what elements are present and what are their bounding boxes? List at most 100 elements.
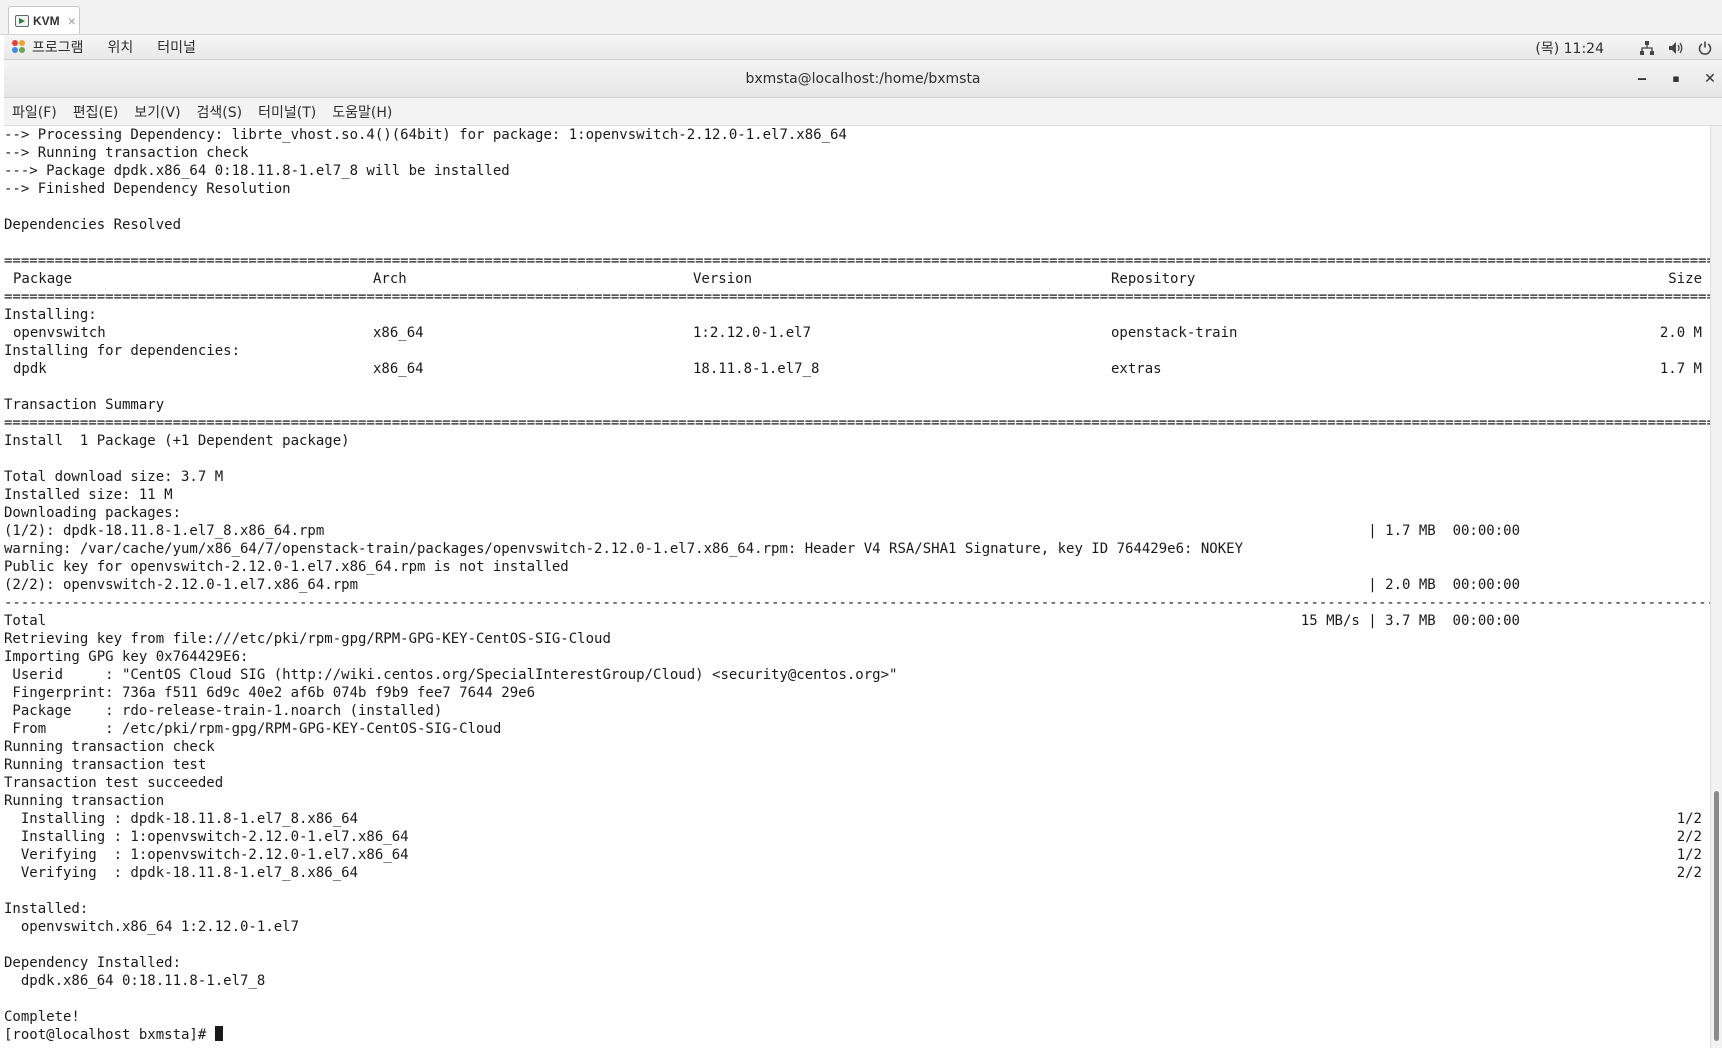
downloading: Downloading packages: bbox=[4, 505, 182, 521]
terminal-line: Installed: bbox=[4, 901, 89, 917]
menu-search[interactable]: 검색(S) bbox=[197, 102, 243, 122]
rule-double: ========================================… bbox=[4, 415, 1710, 431]
menu-places[interactable]: 위치 bbox=[108, 37, 134, 57]
menu-help[interactable]: 도움말(H) bbox=[332, 102, 392, 122]
vm-tab-label: KVM bbox=[33, 13, 60, 28]
installing-label: Installing: bbox=[4, 307, 97, 323]
terminal-line: --> Processing Dependency: librte_vhost.… bbox=[4, 127, 847, 143]
network-icon[interactable] bbox=[1640, 40, 1654, 55]
total-label: Total bbox=[4, 613, 47, 629]
table-header-row: Package Arch Version Repository Size bbox=[4, 270, 1710, 288]
power-icon[interactable] bbox=[1698, 41, 1712, 55]
step-count: 1/2 bbox=[1676, 847, 1702, 863]
col-repository: Repository bbox=[1111, 271, 1196, 287]
menu-file[interactable]: 파일(F) bbox=[12, 102, 57, 122]
terminal-line: From : /etc/pki/rpm-gpg/RPM-GPG-KEY-Cent… bbox=[4, 721, 502, 737]
cell-repository: extras bbox=[1111, 361, 1162, 377]
cell-size: 1.7 M bbox=[1659, 361, 1702, 377]
rule-double: ========================================… bbox=[4, 289, 1710, 305]
warning-line: warning: /var/cache/yum/x86_64/7/opensta… bbox=[4, 541, 1244, 557]
installing-deps-label: Installing for dependencies: bbox=[4, 343, 241, 359]
cell-arch: x86_64 bbox=[373, 361, 424, 377]
menu-applications[interactable]: 프로그램 bbox=[32, 37, 84, 57]
transaction-step: Installing : dpdk-18.11.8-1.el7_8.x86_64… bbox=[4, 810, 1710, 828]
download-file: (1/2): dpdk-18.11.8-1.el7_8.x86_64.rpm bbox=[4, 523, 325, 539]
menu-terminal[interactable]: 터미널 bbox=[157, 37, 196, 57]
maximize-icon[interactable]: ▪ bbox=[1666, 69, 1686, 89]
terminal-line: Transaction test succeeded bbox=[4, 775, 224, 791]
cell-size: 2.0 M bbox=[1659, 325, 1702, 341]
transaction-step: Verifying : dpdk-18.11.8-1.el7_8.x86_64 … bbox=[4, 864, 1710, 882]
close-icon[interactable]: × bbox=[68, 13, 76, 29]
table-row: dpdk x86_64 18.11.8-1.el7_8 extras 1.7 M bbox=[4, 360, 1710, 378]
rule-dashed: ----------------------------------------… bbox=[4, 595, 1710, 611]
col-size: Size bbox=[1668, 271, 1702, 287]
transaction-step: Verifying : 1:openvswitch-2.12.0-1.el7.x… bbox=[4, 846, 1710, 864]
clock[interactable]: (목) 11:24 bbox=[1535, 38, 1604, 58]
terminal-line: Running transaction check bbox=[4, 739, 215, 755]
col-package: Package bbox=[13, 271, 73, 287]
terminal-line: Fingerprint: 736a f511 6d9c 40e2 af6b 07… bbox=[4, 685, 536, 701]
close-window-icon[interactable]: ✕ bbox=[1700, 69, 1720, 89]
step-count: 1/2 bbox=[1676, 811, 1702, 827]
installed-size: Installed size: 11 M bbox=[4, 487, 173, 503]
step-count: 2/2 bbox=[1676, 865, 1702, 881]
col-version: Version bbox=[693, 271, 753, 287]
table-row: openvswitch x86_64 1:2.12.0-1.el7 openst… bbox=[4, 324, 1710, 342]
terminal-scrollbar[interactable] bbox=[1710, 126, 1722, 1048]
menu-edit[interactable]: 편집(E) bbox=[73, 102, 119, 122]
terminal-line: openvswitch.x86_64 1:2.12.0-1.el7 bbox=[4, 919, 300, 935]
total-line: Total 15 MB/s | 3.7 MB 00:00:00 bbox=[4, 612, 1710, 630]
vm-tab-kvm[interactable]: KVM × bbox=[8, 6, 80, 34]
vm-tab-strip: KVM × bbox=[0, 0, 1722, 35]
terminal-line: dpdk.x86_64 0:18.11.8-1.el7_8 bbox=[4, 973, 266, 989]
terminal-menubar: 파일(F) 편집(E) 보기(V) 검색(S) 터미널(T) 도움말(H) bbox=[4, 98, 1722, 126]
vm-icon bbox=[15, 14, 29, 27]
text-cursor bbox=[214, 1026, 223, 1041]
terminal-line: Retrieving key from file:///etc/pki/rpm-… bbox=[4, 631, 611, 647]
terminal-line: Complete! bbox=[4, 1009, 80, 1025]
download-stats: | 2.0 MB 00:00:00 bbox=[1368, 577, 1520, 593]
menu-view[interactable]: 보기(V) bbox=[134, 102, 180, 122]
terminal-line: Importing GPG key 0x764429E6: bbox=[4, 649, 249, 665]
scrollbar-thumb[interactable] bbox=[1714, 791, 1719, 1041]
step-text: Installing : dpdk-18.11.8-1.el7_8.x86_64 bbox=[4, 811, 359, 827]
cell-version: 18.11.8-1.el7_8 bbox=[693, 361, 820, 377]
step-text: Verifying : dpdk-18.11.8-1.el7_8.x86_64 bbox=[4, 865, 359, 881]
shell-prompt: [root@localhost bxmsta]# bbox=[4, 1027, 215, 1043]
minimize-icon[interactable]: ‒ bbox=[1632, 69, 1652, 89]
terminal-line: Running transaction bbox=[4, 793, 165, 809]
step-text: Verifying : 1:openvswitch-2.12.0-1.el7.x… bbox=[4, 847, 409, 863]
volume-icon[interactable] bbox=[1668, 41, 1684, 55]
pubkey-line: Public key for openvswitch-2.12.0-1.el7.… bbox=[4, 559, 569, 575]
prompt-line[interactable]: [root@localhost bxmsta]# bbox=[4, 1026, 1710, 1044]
terminal-line: Running transaction test bbox=[4, 757, 207, 773]
total-stats: 15 MB/s | 3.7 MB 00:00:00 bbox=[1300, 613, 1520, 629]
terminal-line: Dependencies Resolved bbox=[4, 217, 182, 233]
download-line: (1/2): dpdk-18.11.8-1.el7_8.x86_64.rpm |… bbox=[4, 522, 1710, 540]
terminal-line: ---> Package dpdk.x86_64 0:18.11.8-1.el7… bbox=[4, 163, 510, 179]
window-title-bar[interactable]: bxmsta@localhost:/home/bxmsta ‒ ▪ ✕ bbox=[4, 60, 1722, 98]
terminal-output[interactable]: --> Processing Dependency: librte_vhost.… bbox=[4, 126, 1710, 1048]
menu-terminal-tab[interactable]: 터미널(T) bbox=[258, 102, 316, 122]
download-file: (2/2): openvswitch-2.12.0-1.el7.x86_64.r… bbox=[4, 577, 359, 593]
terminal-line: Dependency Installed: bbox=[4, 955, 182, 971]
total-download: Total download size: 3.7 M bbox=[4, 469, 224, 485]
step-count: 2/2 bbox=[1676, 829, 1702, 845]
download-stats: | 1.7 MB 00:00:00 bbox=[1368, 523, 1520, 539]
rule-double: ========================================… bbox=[4, 253, 1710, 269]
cell-arch: x86_64 bbox=[373, 325, 424, 341]
terminal-line: Userid : "CentOS Cloud SIG (http://wiki.… bbox=[4, 667, 898, 683]
terminal-line: --> Running transaction check bbox=[4, 145, 249, 161]
gnome-top-bar: 프로그램 위치 터미널 (목) 11:24 bbox=[4, 35, 1722, 60]
transaction-step: Installing : 1:openvswitch-2.12.0-1.el7.… bbox=[4, 828, 1710, 846]
col-arch: Arch bbox=[373, 271, 407, 287]
window-title: bxmsta@localhost:/home/bxmsta bbox=[745, 71, 981, 87]
